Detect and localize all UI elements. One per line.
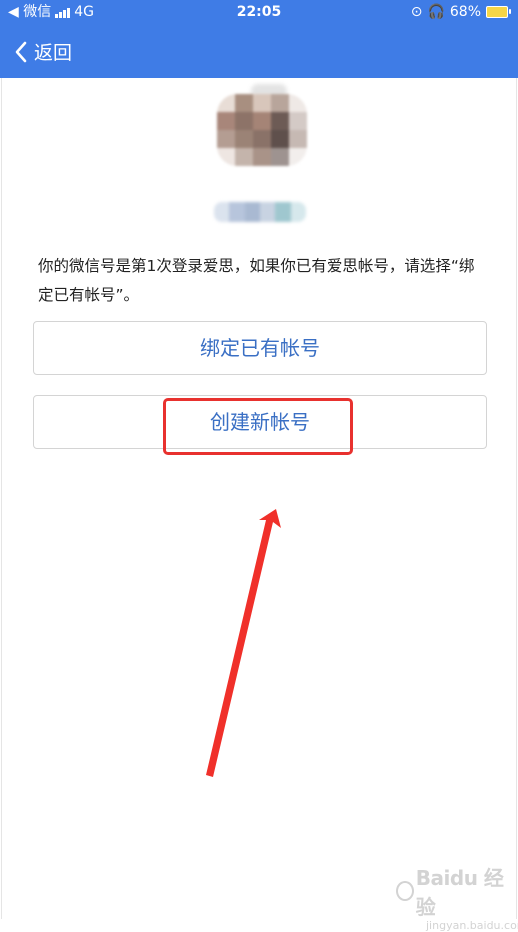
bind-existing-account-button[interactable]: 绑定已有帐号 [33,321,487,375]
battery-icon [486,6,511,18]
watermark-brand: Baidu 经验 [415,866,504,919]
back-label: 返回 [34,42,73,64]
info-message: 你的微信号是第1次登录爱思，如果你已有爱思帐号，请选择“绑定已有帐号”。 [38,257,475,304]
watermark-logo: Baidu 经验 [396,862,508,920]
status-bar: ◀ 微信 4G 22:05 ⊙ 🎧 68% [0,0,518,24]
chevron-left-icon [15,41,27,62]
watermark-url: jingyan.baidu.com [426,919,518,932]
headphones-icon: 🎧 [427,4,445,20]
status-right: ⊙ 🎧 68% [410,0,511,24]
back-button[interactable]: 返回 [14,38,72,65]
paw-icon [396,881,414,901]
top-header: ◀ 微信 4G 22:05 ⊙ 🎧 68% 返回 [0,0,518,78]
annotation-highlight-box [163,398,353,455]
avatar [217,94,307,166]
rotation-lock-icon: ⊙ [410,4,423,20]
baidu-watermark: Baidu 经验 jingyan.baidu.com [396,862,518,932]
battery-percent: 68% [449,4,481,20]
nickname-blurred [214,202,306,222]
